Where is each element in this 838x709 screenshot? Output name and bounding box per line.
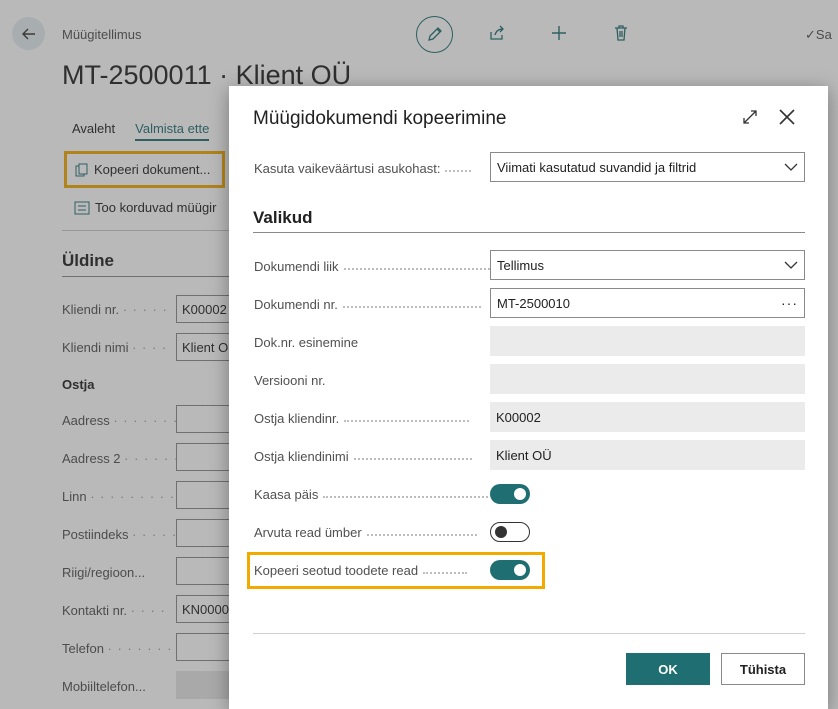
copy-sales-document-dialog: Müügidokumendi kopeerimine Kasuta vaikev…: [229, 86, 828, 709]
buyer-no-field: K00002: [490, 402, 805, 432]
doc-type-select[interactable]: Tellimus: [490, 250, 805, 280]
version-no-label: Versiooni nr.: [254, 373, 326, 388]
toggle-knob: [495, 525, 507, 538]
recalc-lines-toggle[interactable]: [490, 522, 530, 542]
doc-no-field[interactable]: MT-2500010 ···: [490, 288, 805, 318]
recalc-lines-label: Arvuta read ümber: [254, 525, 477, 540]
include-header-label: Kaasa päis: [254, 487, 489, 502]
cancel-button[interactable]: Tühista: [721, 653, 805, 685]
chevron-down-icon: [784, 163, 798, 171]
expand-icon[interactable]: [741, 108, 759, 126]
defaults-label: Kasuta vaikeväärtusi asukohast:: [254, 161, 472, 176]
copy-linked-lines-label: Kopeeri seotud toodete read: [254, 563, 468, 578]
buyer-name-field: Klient OÜ: [490, 440, 805, 470]
doc-no-label: Dokumendi nr.: [254, 297, 481, 312]
toggle-knob: [514, 488, 526, 500]
dialog-title: Müügidokumendi kopeerimine: [253, 108, 507, 129]
close-icon[interactable]: [777, 107, 797, 127]
doc-occurrence-label: Dok.nr. esinemine: [254, 335, 359, 350]
doc-occurrence-field: [490, 326, 805, 356]
doc-type-label: Dokumendi liik: [254, 259, 494, 274]
lookup-ellipsis-icon[interactable]: ···: [781, 295, 798, 311]
copy-linked-lines-toggle[interactable]: [490, 560, 530, 580]
version-no-field: [490, 364, 805, 394]
buyer-no-label: Ostja kliendinr.: [254, 411, 470, 426]
include-header-toggle[interactable]: [490, 484, 530, 504]
buyer-name-label: Ostja kliendinimi: [254, 449, 472, 464]
footer-divider: [253, 633, 805, 634]
chevron-down-icon: [784, 261, 798, 269]
toggle-knob: [514, 564, 526, 576]
ok-button[interactable]: OK: [626, 653, 710, 685]
options-section-title: Valikud: [253, 208, 313, 227]
section-divider: [253, 232, 805, 233]
defaults-select[interactable]: Viimati kasutatud suvandid ja filtrid: [490, 152, 805, 182]
